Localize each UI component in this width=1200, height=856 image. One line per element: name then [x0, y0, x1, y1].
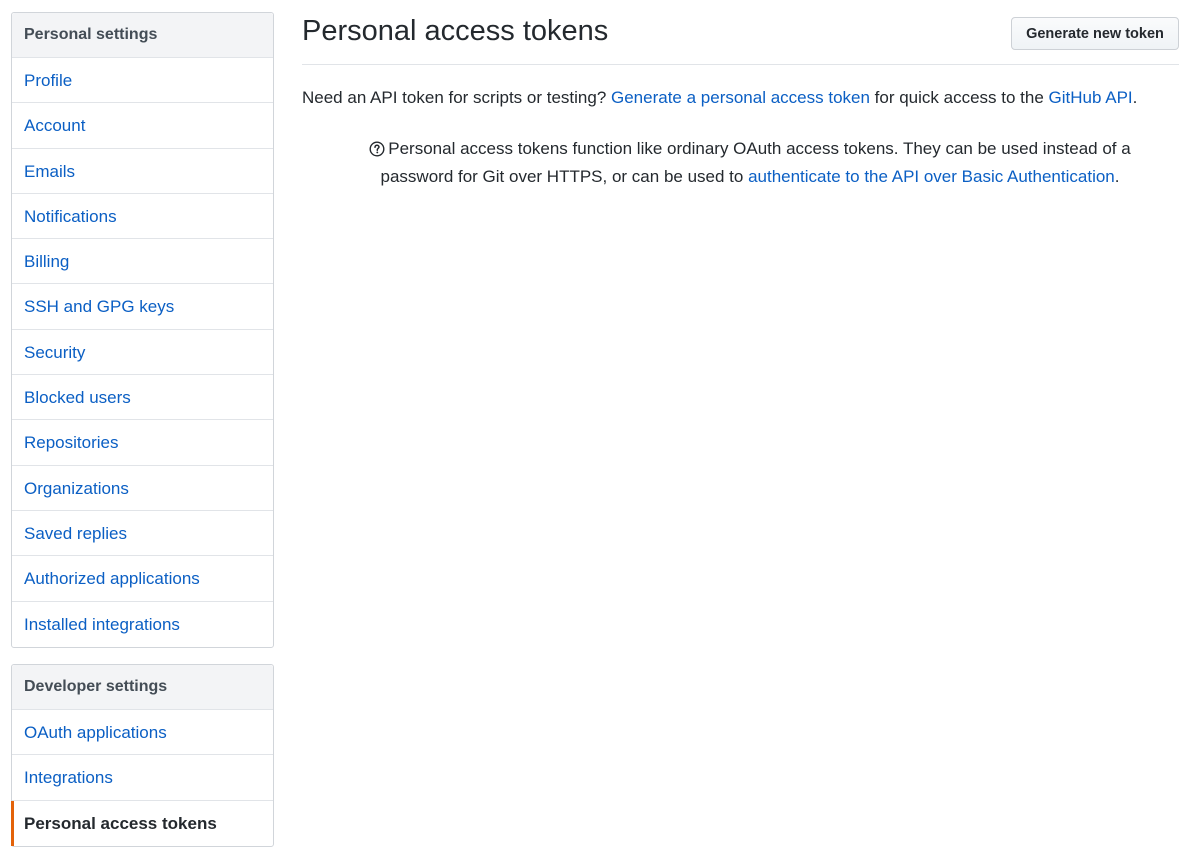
- sidebar-item-security[interactable]: Security: [12, 330, 273, 376]
- title-divider: [302, 64, 1179, 65]
- sidebar-item-saved-replies[interactable]: Saved replies: [12, 511, 273, 557]
- personal-settings-menu: Personal settings Profile Account Emails…: [11, 12, 274, 648]
- intro-text-part3: .: [1132, 88, 1138, 107]
- developer-settings-menu: Developer settings OAuth applications In…: [11, 664, 274, 847]
- page-title: Personal access tokens: [302, 15, 609, 47]
- intro-text: Need an API token for scripts or testing…: [302, 87, 1137, 109]
- sidebar-item-authorized-applications[interactable]: Authorized applications: [12, 556, 273, 602]
- generate-token-link[interactable]: Generate a personal access token: [611, 88, 870, 107]
- sidebar-item-blocked-users[interactable]: Blocked users: [12, 375, 273, 421]
- generate-new-token-button[interactable]: Generate new token: [1011, 17, 1179, 50]
- sidebar-item-repositories[interactable]: Repositories: [12, 420, 273, 466]
- sidebar-item-account[interactable]: Account: [12, 103, 273, 149]
- intro-text-part2: for quick access to the: [869, 88, 1049, 107]
- sidebar-item-ssh-gpg-keys[interactable]: SSH and GPG keys: [12, 284, 273, 330]
- sidebar-item-notifications[interactable]: Notifications: [12, 194, 273, 240]
- basic-auth-link[interactable]: authenticate to the API over Basic Authe…: [748, 167, 1115, 186]
- sidebar-item-integrations[interactable]: Integrations: [12, 755, 273, 801]
- developer-settings-heading: Developer settings: [12, 665, 273, 710]
- info-note: Personal access tokens function like ord…: [340, 136, 1160, 189]
- intro-text-part1: Need an API token for scripts or testing…: [302, 88, 611, 107]
- info-note-end: .: [1114, 167, 1120, 186]
- sidebar-item-personal-access-tokens[interactable]: Personal access tokens: [11, 800, 273, 847]
- github-api-link[interactable]: GitHub API: [1049, 88, 1133, 107]
- sidebar-item-oauth-applications[interactable]: OAuth applications: [12, 710, 273, 756]
- sidebar-item-installed-integrations[interactable]: Installed integrations: [12, 602, 273, 647]
- sidebar-item-profile[interactable]: Profile: [12, 58, 273, 104]
- sidebar-item-emails[interactable]: Emails: [12, 149, 273, 194]
- sidebar-item-billing[interactable]: Billing: [12, 239, 273, 285]
- personal-settings-heading: Personal settings: [12, 13, 273, 58]
- sidebar-item-organizations[interactable]: Organizations: [12, 466, 273, 511]
- question-circle-icon: [369, 139, 385, 164]
